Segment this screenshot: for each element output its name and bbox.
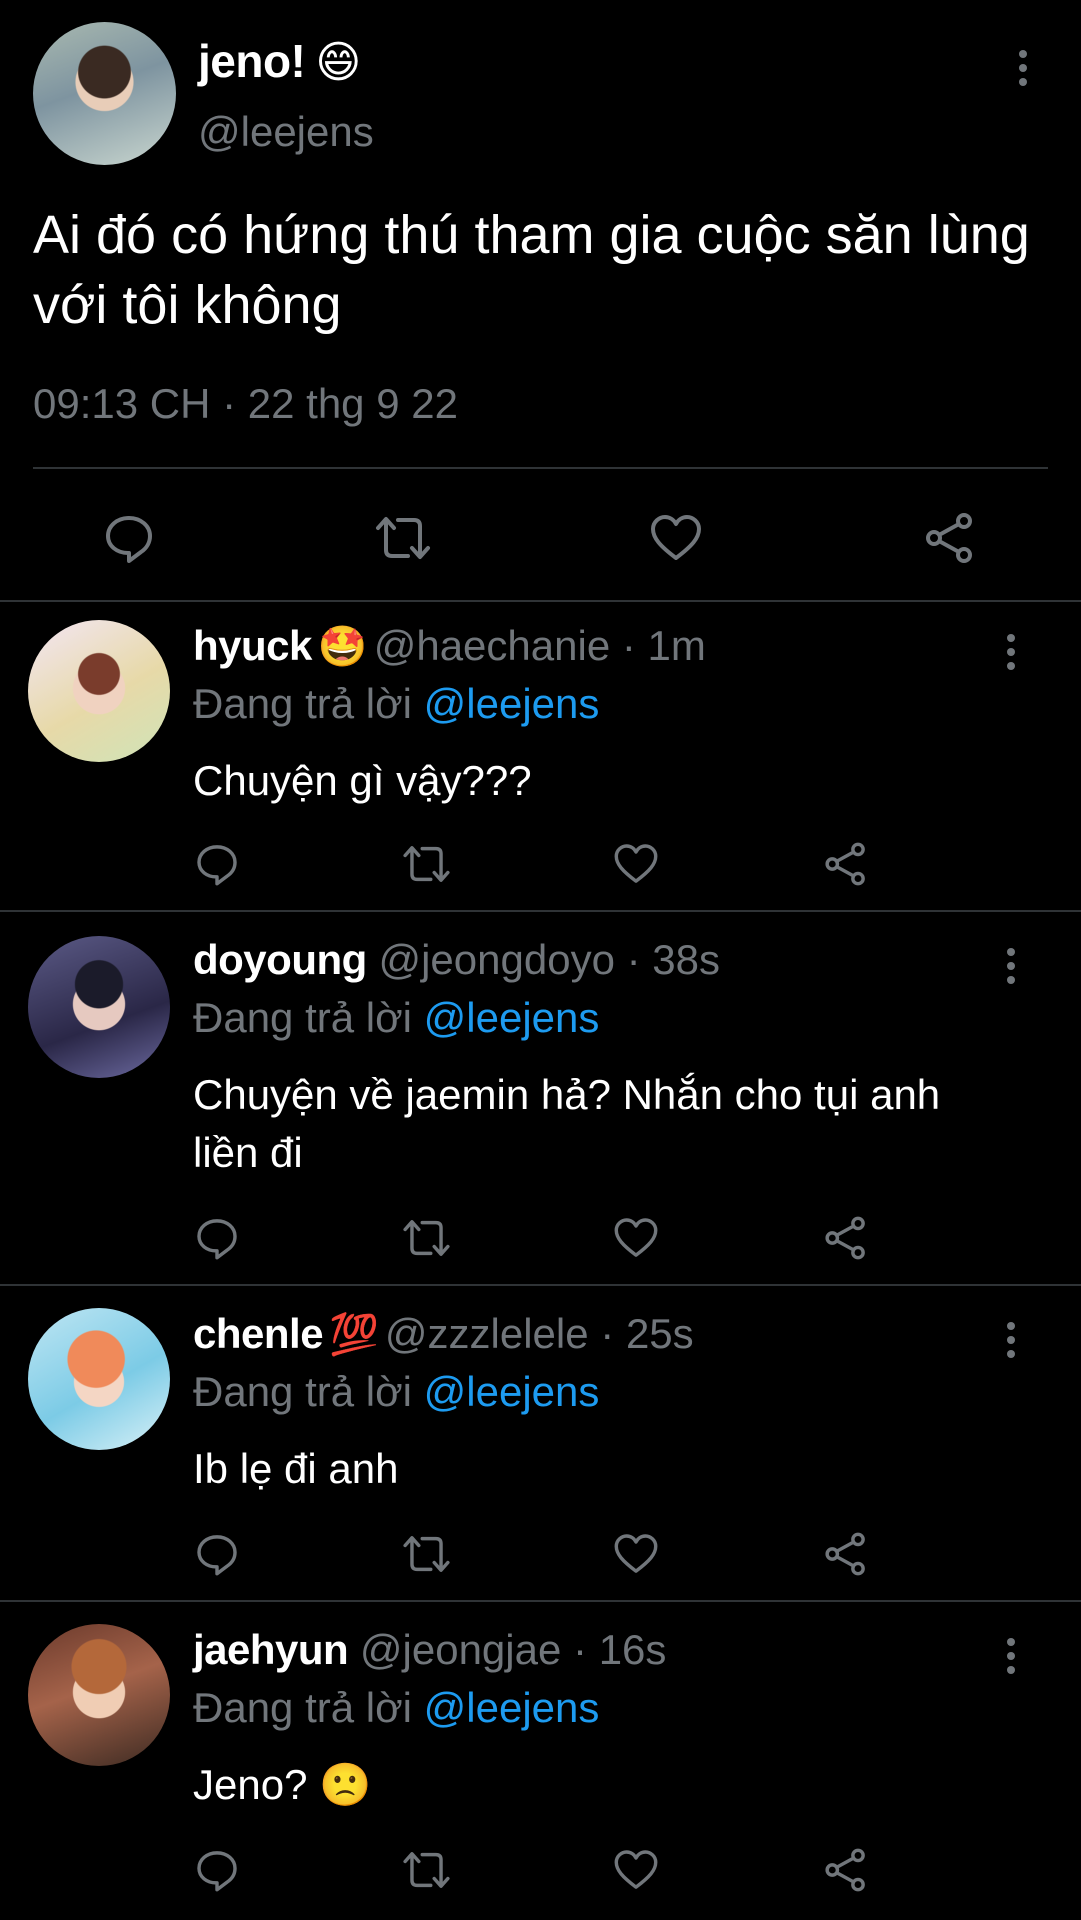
like-icon[interactable] [612, 1214, 660, 1262]
avatar[interactable] [33, 22, 176, 165]
reply-tweet: hyuck 🤩 @haechanie · 1m Đang trả lời @leej… [0, 602, 1081, 910]
retweet-icon[interactable] [400, 1530, 453, 1578]
reply-emoji: 🤩 [317, 625, 368, 669]
reply-handle[interactable]: @jeongjae [360, 1626, 561, 1673]
separator-dot: · [573, 1626, 588, 1673]
reply-emoji: 💯 [329, 1313, 379, 1357]
mention-link[interactable]: @leejens [424, 1368, 600, 1415]
share-icon[interactable] [822, 840, 870, 888]
replying-to: Đang trả lời @leejens [193, 1684, 599, 1732]
share-icon[interactable] [922, 510, 978, 566]
replying-to: Đang trả lời @leejens [193, 680, 599, 728]
reply-tweet: jaehyun @jeongjae · 16s Đang trả lời @le… [0, 1602, 1081, 1920]
replying-prefix: Đang trả lời [193, 1368, 412, 1415]
reply-tweet: doyoung @jeongdoyo · 38s Đang trả lời @l… [0, 912, 1081, 1284]
divider [33, 467, 1048, 469]
reply-text: Chuyện về jaemin hả? Nhắn cho tụi anh li… [193, 1071, 941, 1176]
reply-time[interactable]: 16s [599, 1626, 667, 1673]
replying-to: Đang trả lời @leejens [193, 994, 599, 1042]
replying-prefix: Đang trả lời [193, 994, 412, 1041]
reply-icon[interactable] [193, 1214, 241, 1262]
reply-icon[interactable] [101, 510, 157, 566]
avatar[interactable] [28, 1308, 170, 1450]
share-icon[interactable] [822, 1846, 870, 1894]
mention-link[interactable]: @leejens [424, 1684, 600, 1731]
separator-dot: · [621, 622, 636, 669]
more-icon[interactable] [996, 1320, 1026, 1360]
reply-header: hyuck 🤩 @haechanie · 1m [193, 622, 706, 670]
reply-text: Chuyện gì vậy??? [193, 757, 532, 804]
retweet-icon[interactable] [400, 1214, 453, 1262]
reply-icon[interactable] [193, 840, 241, 888]
like-icon[interactable] [612, 1530, 660, 1578]
reply-header: jaehyun @jeongjae · 16s [193, 1626, 666, 1674]
reply-time[interactable]: 1m [648, 622, 706, 669]
replying-prefix: Đang trả lời [193, 680, 412, 727]
more-icon[interactable] [996, 1636, 1026, 1676]
share-icon[interactable] [822, 1214, 870, 1262]
reply-icon[interactable] [193, 1530, 241, 1578]
separator-dot: · [600, 1310, 615, 1357]
separator-dot: · [626, 936, 641, 983]
retweet-icon[interactable] [372, 510, 434, 566]
main-tweet: jeno! 😄 @leejens Ai đó có hứng thú tham g… [0, 0, 1081, 600]
avatar[interactable] [28, 1624, 170, 1766]
reply-icon[interactable] [193, 1846, 241, 1894]
reply-time[interactable]: 25s [626, 1310, 694, 1357]
author-name[interactable]: jeno! 😄 [198, 34, 361, 88]
more-icon[interactable] [996, 946, 1026, 986]
share-icon[interactable] [822, 1530, 870, 1578]
reply-text: Jeno? 🙁 [193, 1761, 372, 1808]
retweet-icon[interactable] [400, 1846, 453, 1894]
reply-name[interactable]: chenle [193, 1310, 324, 1357]
replying-prefix: Đang trả lời [193, 1684, 412, 1731]
mention-link[interactable]: @leejens [424, 680, 600, 727]
reply-handle[interactable]: @jeongdoyo [378, 936, 614, 983]
author-emoji: 😄 [315, 38, 361, 87]
reply-header: doyoung @jeongdoyo · 38s [193, 936, 720, 984]
more-icon[interactable] [1008, 48, 1038, 88]
like-icon[interactable] [612, 840, 660, 888]
like-icon[interactable] [612, 1846, 660, 1894]
reply-tweet: chenle 💯 @zzzlelele · 25s Đang trả lời @le… [0, 1286, 1081, 1600]
retweet-icon[interactable] [400, 840, 453, 888]
mention-link[interactable]: @leejens [424, 994, 600, 1041]
reply-text: Ib lẹ đi anh [193, 1445, 399, 1492]
reply-time[interactable]: 38s [652, 936, 720, 983]
author-handle[interactable]: @leejens [198, 108, 374, 156]
reply-header: chenle 💯 @zzzlelele · 25s [193, 1310, 694, 1358]
avatar[interactable] [28, 936, 170, 1078]
reply-handle[interactable]: @zzzlelele [385, 1310, 589, 1357]
reply-name[interactable]: jaehyun [193, 1626, 349, 1673]
reply-name[interactable]: doyoung [193, 936, 367, 983]
author-name-text: jeno! [198, 35, 306, 87]
avatar[interactable] [28, 620, 170, 762]
replying-to: Đang trả lời @leejens [193, 1368, 599, 1416]
reply-name[interactable]: hyuck [193, 622, 312, 669]
reply-handle[interactable]: @haechanie [374, 622, 610, 669]
tweet-timestamp[interactable]: 09:13 CH · 22 thg 9 22 [33, 380, 458, 428]
like-icon[interactable] [648, 510, 704, 566]
tweet-text: Ai đó có hứng thú tham gia cuộc săn lùng… [33, 205, 1030, 335]
more-icon[interactable] [996, 632, 1026, 672]
